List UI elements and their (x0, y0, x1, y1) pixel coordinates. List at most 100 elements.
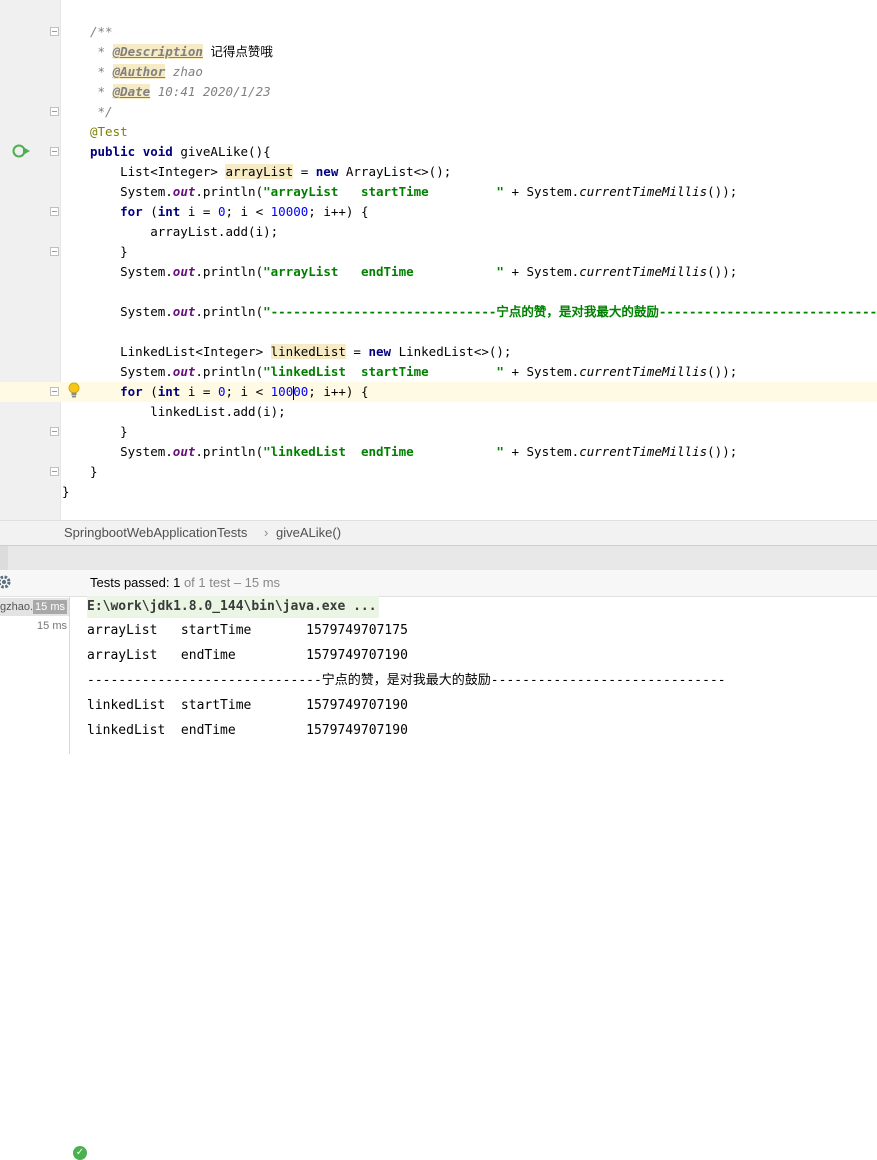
code-line[interactable]: public void giveALike(){ (90, 142, 271, 162)
fold-marker-icon[interactable] (50, 107, 59, 116)
code-line[interactable]: @Test (90, 122, 128, 142)
panel-splitter[interactable] (0, 545, 877, 571)
code-line[interactable]: linkedList.add(i); (90, 402, 285, 422)
console-output[interactable]: E:\work\jdk1.8.0_144\bin\java.exe ... ar… (70, 596, 877, 754)
code-token: currentTimeMillis (579, 264, 708, 279)
code-line[interactable]: System.out.println("arrayList startTime … (90, 182, 737, 202)
code-token: "linkedList startTime " (263, 364, 504, 379)
run-test-gutter-icon[interactable] (12, 143, 32, 159)
breadcrumb-method[interactable]: giveALike() (276, 525, 341, 540)
intention-bulb-icon[interactable] (68, 382, 80, 398)
code-line[interactable]: } (90, 242, 128, 262)
code-token: LinkedList<Integer> (90, 344, 271, 359)
code-token: * (90, 44, 113, 59)
tree-row-root[interactable]: gzhao. 15 ms (0, 598, 69, 616)
code-token: .println( (195, 264, 264, 279)
code-line[interactable]: * @Description 记得点赞哦 (90, 42, 273, 62)
code-token: int (157, 384, 181, 399)
code-token: /** (90, 24, 113, 39)
code-token: i = (180, 384, 218, 399)
test-tree: gzhao. 15 ms 15 ms (0, 597, 70, 754)
code-token: List<Integer> (90, 164, 226, 179)
code-token: 0 (217, 204, 226, 219)
code-token: System. (90, 264, 173, 279)
fold-marker-icon[interactable] (50, 147, 59, 156)
code-token: ()); (707, 264, 738, 279)
code-line[interactable]: } (90, 422, 128, 442)
fold-marker-icon[interactable] (50, 467, 59, 476)
code-token: ()); (707, 364, 738, 379)
code-token: } (90, 464, 98, 479)
code-token: "arrayList endTime " (263, 264, 504, 279)
code-line[interactable]: for (int i = 0; i < 10000; i++) { (90, 382, 369, 402)
fold-marker-icon[interactable] (50, 207, 59, 216)
code-line[interactable]: System.out.println("linkedList startTime… (90, 362, 737, 382)
code-token: i = (180, 204, 218, 219)
code-line[interactable]: } (90, 462, 98, 482)
fold-marker-icon[interactable] (50, 247, 59, 256)
settings-gear-icon[interactable] (0, 574, 12, 590)
code-token: linkedList (270, 344, 346, 359)
code-token: @Author (112, 64, 166, 79)
code-token: @Description (112, 44, 203, 59)
code-token: System. (90, 444, 173, 459)
code-token: ; i < (225, 204, 271, 219)
code-editor[interactable]: /** * @Description 记得点赞哦 * @Author zhao … (0, 0, 877, 520)
code-line[interactable]: /** (90, 22, 113, 42)
code-token: ( (142, 384, 158, 399)
code-token: currentTimeMillis (579, 444, 708, 459)
run-status-detail: of 1 test – 15 ms (180, 575, 281, 590)
splitter-grip[interactable] (0, 546, 8, 570)
gutter-separator (60, 0, 61, 520)
code-token: new (368, 344, 392, 359)
code-token: = (345, 344, 369, 359)
code-token: * (90, 84, 113, 99)
console-line: ------------------------------宁点的赞，是对我最大… (87, 673, 726, 688)
code-line[interactable]: System.out.println("--------------------… (90, 302, 877, 322)
code-token: ( (142, 204, 158, 219)
fold-marker-icon[interactable] (50, 27, 59, 36)
code-line[interactable]: */ (90, 102, 113, 122)
code-token: "linkedList endTime " (263, 444, 504, 459)
code-line[interactable]: System.out.println("linkedList endTime "… (90, 442, 737, 462)
code-token: void (142, 144, 173, 159)
fold-marker-icon[interactable] (50, 427, 59, 436)
breadcrumb-class[interactable]: SpringbootWebApplicationTests (64, 525, 247, 540)
code-token: 0 (217, 384, 226, 399)
tree-row-test[interactable]: 15 ms (0, 617, 69, 635)
code-token: out (172, 184, 196, 199)
fold-marker-icon[interactable] (50, 387, 59, 396)
code-line[interactable]: LinkedList<Integer> linkedList = new Lin… (90, 342, 511, 362)
code-token: ; i++) { (308, 384, 369, 399)
code-line[interactable]: } (62, 482, 70, 502)
code-token: + System. (503, 184, 580, 199)
code-token: 10000 (270, 204, 309, 219)
code-line[interactable]: for (int i = 0; i < 10000; i++) { (90, 202, 368, 222)
code-token: out (172, 304, 196, 319)
console-line: arrayList endTime 1579749707190 (87, 648, 408, 663)
passed-check-icon: ✓ (73, 1146, 87, 1160)
code-line[interactable]: * @Date 10:41 2020/1/23 (90, 82, 271, 102)
code-line[interactable]: * @Author zhao (90, 62, 203, 82)
code-token: @Test (90, 124, 128, 139)
code-token: ()); (707, 184, 738, 199)
breadcrumb-separator: › (264, 525, 269, 540)
code-line[interactable]: arrayList.add(i); (90, 222, 278, 242)
code-token: public (90, 144, 136, 159)
console-line: linkedList endTime 1579749707190 (87, 723, 408, 738)
run-status-bar: ✓ Tests passed: 1 of 1 test – 15 ms (0, 570, 877, 1160)
code-line[interactable]: System.out.println("arrayList endTime " … (90, 262, 737, 282)
code-line[interactable]: List<Integer> arrayList = new ArrayList<… (90, 162, 451, 182)
code-token: 00 (293, 384, 309, 399)
breadcrumb: SpringbootWebApplicationTests › giveALik… (0, 520, 877, 545)
code-token: int (157, 204, 181, 219)
code-token: } (90, 424, 128, 439)
code-token: System. (90, 184, 173, 199)
code-token: System. (90, 364, 173, 379)
code-token: System. (90, 304, 173, 319)
tree-node-time: 15 ms (33, 600, 67, 614)
console-line: arrayList startTime 1579749707175 (87, 623, 408, 638)
code-token: .println( (195, 364, 264, 379)
